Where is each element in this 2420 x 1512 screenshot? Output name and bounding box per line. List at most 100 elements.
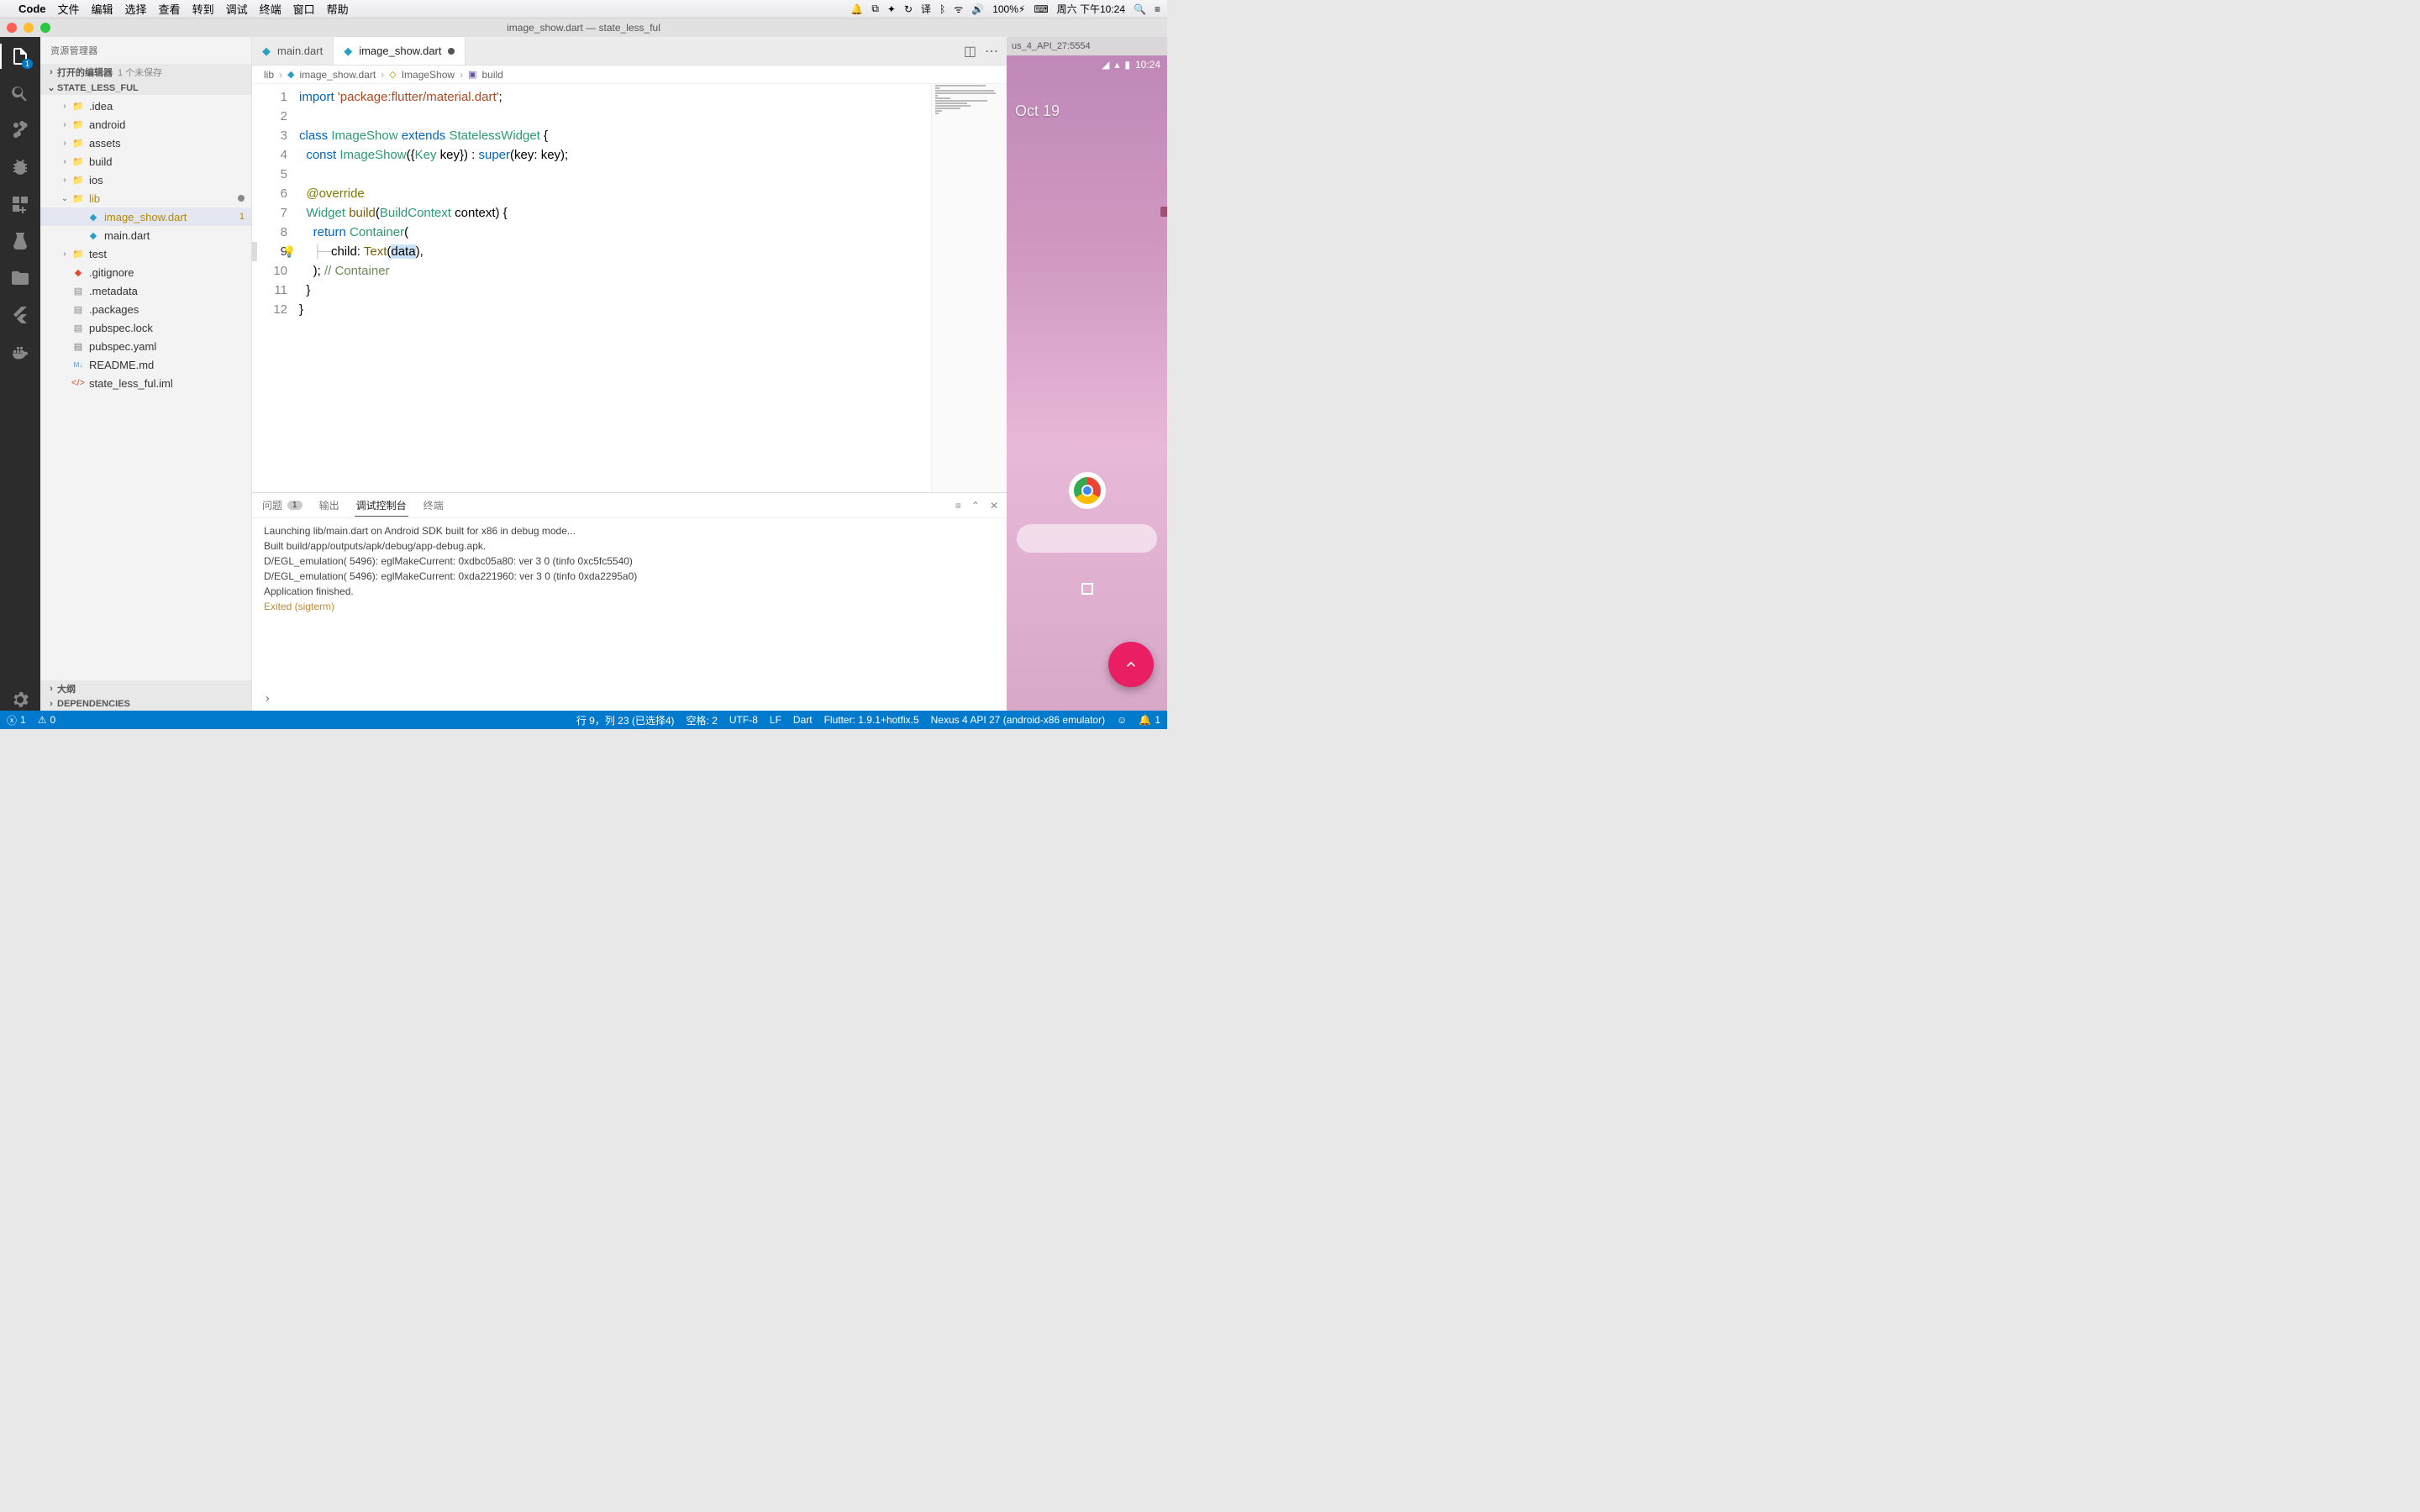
debug-icon[interactable] — [9, 156, 31, 178]
status-encoding[interactable]: UTF-8 — [729, 714, 758, 726]
status-warnings[interactable]: ⚠ 0 — [38, 714, 55, 726]
dart-icon: ◆ — [344, 45, 352, 58]
panel-tab-output[interactable]: 输出 — [318, 498, 341, 512]
code-editor[interactable]: 123456789101112 import 'package:flutter/… — [252, 84, 1007, 492]
status-spaces[interactable]: 空格: 2 — [687, 713, 718, 727]
tree-item-build[interactable]: ›📁build — [40, 152, 251, 171]
close-panel-icon[interactable]: ✕ — [990, 500, 998, 512]
panel-tab-debug-console[interactable]: 调试控制台 — [355, 498, 408, 517]
menubar-right: 🔔 ⧉ ✦ ↻ 译 ᛒ ᯤ 🔊 100% ⚡︎ ⌨︎ 周六 下午10:24 🔍 … — [850, 2, 1160, 16]
tree-item-pubspec-yaml[interactable]: ▤pubspec.yaml — [40, 337, 251, 355]
tree-item-README-md[interactable]: M↓README.md — [40, 355, 251, 374]
window-titlebar: image_show.dart — state_less_ful — [0, 18, 1167, 37]
menu-file[interactable]: 文件 — [58, 1, 80, 17]
project-section[interactable]: ⌄ STATE_LESS_FUL — [40, 81, 251, 95]
status-cursor[interactable]: 行 9，列 23 (已选择4) — [576, 713, 675, 727]
collapse-panel-icon[interactable]: ⌃ — [971, 500, 980, 512]
dependencies-section[interactable]: ›DEPENDENCIES — [40, 697, 251, 711]
docker-icon[interactable] — [9, 341, 31, 363]
maximize-button[interactable] — [40, 23, 50, 33]
menu-view[interactable]: 查看 — [159, 1, 181, 17]
menu-window[interactable]: 窗口 — [293, 1, 315, 17]
source-control-icon[interactable] — [9, 119, 31, 141]
tree-item-pubspec-lock[interactable]: ▤pubspec.lock — [40, 318, 251, 337]
extension-icon[interactable]: ✦ — [887, 3, 896, 15]
tree-item-test[interactable]: ›📁test — [40, 244, 251, 263]
google-search-bar[interactable] — [1017, 524, 1157, 553]
more-actions-icon[interactable]: ⋯ — [985, 43, 998, 60]
emulator-date: Oct 19 — [1015, 102, 1060, 120]
tree-item--idea[interactable]: ›📁.idea — [40, 97, 251, 115]
explorer-icon[interactable]: 1 — [9, 45, 31, 67]
nav-overview-icon[interactable] — [1081, 583, 1093, 595]
battery-icon: ▮ — [1124, 59, 1130, 71]
volume-icon[interactable]: 🔊 — [971, 3, 984, 15]
open-editors-section[interactable]: › 打开的编辑器 1 个未保存 — [40, 64, 251, 81]
explorer-badge: 1 — [22, 59, 33, 69]
debug-console-input[interactable]: › — [252, 690, 1007, 711]
debug-console-output[interactable]: Launching lib/main.dart on Android SDK b… — [252, 518, 1007, 690]
tree-item--packages[interactable]: ▤.packages — [40, 300, 251, 318]
status-eol[interactable]: LF — [770, 714, 781, 726]
menu-icon[interactable]: ≡ — [1155, 3, 1160, 15]
tree-item--metadata[interactable]: ▤.metadata — [40, 281, 251, 300]
settings-icon[interactable] — [9, 689, 31, 711]
app-name[interactable]: Code — [18, 3, 46, 15]
tree-item-state_less_ful-iml[interactable]: </>state_less_ful.iml — [40, 374, 251, 392]
tree-item-android[interactable]: ›📁android — [40, 115, 251, 134]
status-device[interactable]: Nexus 4 API 27 (android-x86 emulator) — [931, 714, 1105, 726]
editor-tabs: ◆ main.dart ◆ image_show.dart ◫ ⋯ — [252, 37, 1007, 66]
sidebar: 资源管理器 › 打开的编辑器 1 个未保存 ⌄ STATE_LESS_FUL ›… — [40, 37, 252, 711]
emulator-screen[interactable]: ◢ ▴ ▮ 10:24 Oct 19 — [1007, 55, 1167, 711]
tree-item-lib[interactable]: ⌄📁lib — [40, 189, 251, 207]
tab-image-show-dart[interactable]: ◆ image_show.dart — [334, 37, 466, 65]
datetime[interactable]: 周六 下午10:24 — [1057, 2, 1125, 16]
menu-terminal[interactable]: 终端 — [260, 1, 281, 17]
notification-icon[interactable]: 🔔 — [850, 3, 863, 15]
filter-icon[interactable]: ≡ — [955, 500, 961, 512]
tree-item-assets[interactable]: ›📁assets — [40, 134, 251, 152]
sync-icon[interactable]: ↻ — [904, 3, 913, 15]
status-lang[interactable]: Dart — [793, 714, 813, 726]
tree-item-main-dart[interactable]: ◆main.dart — [40, 226, 251, 244]
menu-edit[interactable]: 编辑 — [92, 1, 113, 17]
minimap[interactable] — [931, 84, 1007, 492]
menu-goto[interactable]: 转到 — [192, 1, 214, 17]
minimize-button[interactable] — [24, 23, 34, 33]
status-errors[interactable]: ⓧ 1 — [7, 713, 26, 727]
wifi-icon[interactable]: ᯤ — [954, 2, 963, 16]
flutter-icon[interactable] — [9, 304, 31, 326]
input-method-icon[interactable]: ⌨︎ — [1034, 3, 1048, 15]
folder-open-icon[interactable] — [9, 267, 31, 289]
file-tree[interactable]: ›📁.idea›📁android›📁assets›📁build›📁ios⌄📁li… — [40, 95, 251, 680]
menu-select[interactable]: 选择 — [125, 1, 147, 17]
screen-record-icon[interactable]: ⧉ — [871, 3, 879, 15]
bluetooth-icon[interactable]: ᛒ — [939, 3, 945, 15]
tree-item-ios[interactable]: ›📁ios — [40, 171, 251, 189]
breadcrumb[interactable]: lib› ◆image_show.dart› ◇ImageShow› ▣buil… — [252, 66, 1007, 84]
menu-debug[interactable]: 调试 — [226, 1, 248, 17]
tree-item-image_show-dart[interactable]: ◆image_show.dart1 — [40, 207, 251, 226]
extensions-icon[interactable] — [9, 193, 31, 215]
status-flutter[interactable]: Flutter: 1.9.1+hotfix.5 — [824, 714, 919, 726]
menu-help[interactable]: 帮助 — [327, 1, 349, 17]
code-content[interactable]: import 'package:flutter/material.dart';c… — [299, 84, 1007, 492]
test-icon[interactable] — [9, 230, 31, 252]
split-editor-icon[interactable]: ◫ — [964, 43, 976, 60]
status-bell[interactable]: 🔔 1 — [1139, 714, 1160, 726]
editor-area: ◆ main.dart ◆ image_show.dart ◫ ⋯ lib› ◆… — [252, 37, 1007, 711]
status-feedback-icon[interactable]: ☺ — [1117, 714, 1127, 726]
chrome-app-icon[interactable] — [1069, 472, 1106, 509]
outline-section[interactable]: ›大纲 — [40, 680, 251, 697]
translate-icon[interactable]: 译 — [921, 2, 931, 16]
panel-tab-problems[interactable]: 问题 1 — [260, 498, 304, 512]
spotlight-icon[interactable]: 🔍 — [1134, 3, 1146, 15]
tab-main-dart[interactable]: ◆ main.dart — [252, 37, 334, 65]
fab-scroll-top[interactable] — [1108, 642, 1154, 687]
tree-item--gitignore[interactable]: ◆.gitignore — [40, 263, 251, 281]
close-button[interactable] — [7, 23, 17, 33]
emulator-panel: us_4_API_27:5554 ◢ ▴ ▮ 10:24 Oct 19 — [1007, 37, 1167, 711]
panel-tab-terminal[interactable]: 终端 — [422, 498, 445, 512]
search-icon[interactable] — [9, 82, 31, 104]
battery-status[interactable]: 100% ⚡︎ — [992, 3, 1025, 15]
